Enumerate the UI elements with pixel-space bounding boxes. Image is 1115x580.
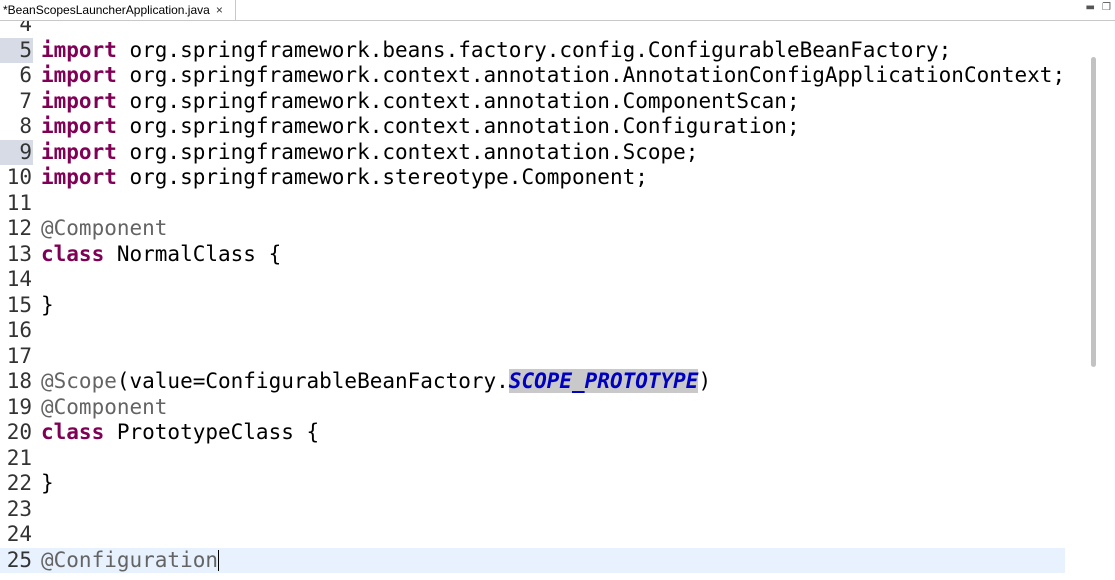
editor-tab-bar: *BeanScopesLauncherApplication.java × ▬ … xyxy=(0,0,1115,21)
close-tab-icon[interactable]: × xyxy=(216,3,223,17)
code-line[interactable]: 23 xyxy=(0,497,1065,523)
code-line[interactable]: 15} xyxy=(0,293,1065,319)
line-number: 9 xyxy=(0,139,33,165)
line-number: 8 xyxy=(19,114,32,138)
code-text: org.springframework.context.annotation.S… xyxy=(116,139,699,164)
line-number: 18 xyxy=(6,369,32,393)
code-line[interactable]: 9 import org.springframework.context.anno… xyxy=(0,139,1065,165)
code-text: org.springframework.context.annotation.C… xyxy=(116,88,800,113)
code-line[interactable]: 24 xyxy=(0,522,1065,548)
minimize-icon[interactable]: ▬ xyxy=(1086,2,1095,13)
line-number: 13 xyxy=(6,241,32,266)
code-keyword: class xyxy=(41,420,105,444)
code-line[interactable]: 21 xyxy=(0,446,1065,472)
line-number: 23 xyxy=(6,496,32,521)
code-keyword: import xyxy=(41,114,117,138)
line-number: 5 xyxy=(0,37,33,63)
tab-title: *BeanScopesLauncherApplication.java xyxy=(3,3,210,17)
vertical-scrollbar[interactable] xyxy=(1091,57,1096,367)
restore-icon[interactable]: ❐ xyxy=(1102,2,1111,13)
code-line[interactable]: 12 @Component xyxy=(0,216,1065,242)
text-cursor xyxy=(218,550,220,571)
code-text: PrototypeClass { xyxy=(104,420,320,444)
line-number: 20 xyxy=(6,420,32,444)
line-number: 25 xyxy=(6,547,32,572)
code-text: } xyxy=(41,292,54,317)
line-number: 21 xyxy=(6,445,32,470)
code-annotation: @Component xyxy=(41,394,168,419)
code-line[interactable]: 25 @Configuration xyxy=(0,547,1066,573)
line-number: 24 xyxy=(6,522,32,546)
code-keyword: import xyxy=(41,88,117,113)
line-number: 17 xyxy=(6,343,32,368)
code-line[interactable]: 7 import org.springframework.context.anno… xyxy=(0,89,1065,115)
line-number: 12 xyxy=(6,216,32,240)
code-text: org.springframework.stereotype.Component… xyxy=(116,165,648,189)
code-text: } xyxy=(41,471,54,495)
code-annotation: @Configuration xyxy=(41,547,219,572)
code-line[interactable]: 8 import org.springframework.context.anno… xyxy=(0,114,1065,140)
code-text: (value=ConfigurableBeanFactory. xyxy=(116,369,509,393)
code-line[interactable]: 20 class PrototypeClass { xyxy=(0,420,1065,446)
line-number: 19 xyxy=(6,394,32,419)
code-text: org.springframework.context.annotation.C… xyxy=(116,114,800,138)
code-annotation: @Component xyxy=(41,216,168,240)
code-line[interactable]: 11 xyxy=(0,191,1065,217)
code-line[interactable]: 17 xyxy=(0,344,1065,370)
line-number: 14 xyxy=(6,267,32,291)
code-line[interactable]: 10 import org.springframework.stereotype.… xyxy=(0,165,1065,191)
code-text: NormalClass { xyxy=(104,241,282,266)
code-keyword: import xyxy=(41,165,117,189)
line-number: 6 xyxy=(19,63,32,87)
code-text: org.springframework.context.annotation.A… xyxy=(116,63,1066,87)
code-editor[interactable]: 3import java.util.Arrays;45import org.sp… xyxy=(0,0,1100,580)
code-text: ) xyxy=(698,369,712,393)
code-keyword: import xyxy=(41,63,117,87)
code-text: org.springframework.beans.factory.config… xyxy=(116,37,952,62)
code-line[interactable]: 14 xyxy=(0,267,1065,293)
code-line[interactable]: 13 class NormalClass { xyxy=(0,242,1065,268)
line-number: 16 xyxy=(6,318,32,342)
editor-tab[interactable]: *BeanScopesLauncherApplication.java × xyxy=(0,0,236,20)
code-keyword: class xyxy=(41,241,105,266)
line-number: 10 xyxy=(6,165,32,189)
line-number: 15 xyxy=(6,292,32,317)
line-number: 7 xyxy=(19,88,32,113)
line-number: 22 xyxy=(6,471,32,495)
code-line[interactable]: 16 xyxy=(0,318,1065,344)
code-constant: SCOPE_PROTOTYPE xyxy=(508,369,699,393)
code-lines[interactable]: 3import java.util.Arrays;45import org.sp… xyxy=(0,0,1066,573)
code-annotation: @Scope xyxy=(41,369,117,393)
code-line[interactable]: 19 @Component xyxy=(0,395,1065,421)
code-keyword: import xyxy=(41,37,117,62)
code-line[interactable]: 22} xyxy=(0,471,1065,497)
line-number: 11 xyxy=(6,190,32,215)
code-line[interactable]: 5 import org.springframework.beans.factor… xyxy=(0,37,1065,63)
code-keyword: import xyxy=(41,139,117,164)
code-line[interactable]: 18 @Scope(value=ConfigurableBeanFactory.S… xyxy=(0,369,1065,395)
code-line[interactable]: 6 import org.springframework.context.anno… xyxy=(0,63,1065,89)
